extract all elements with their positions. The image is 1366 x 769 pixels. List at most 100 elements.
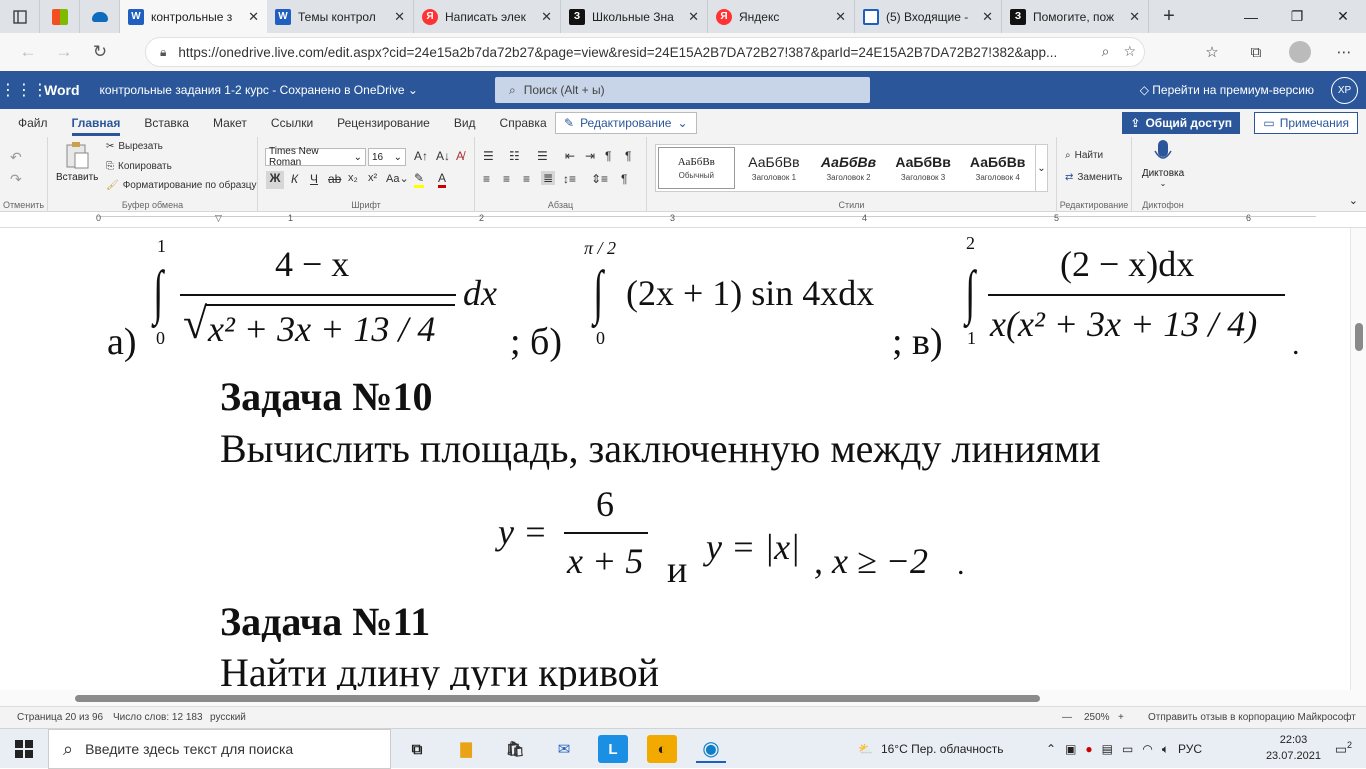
app-name[interactable]: Word xyxy=(44,82,80,98)
favorites-icon[interactable]: ☆ xyxy=(1190,43,1234,61)
pinned-tab-onedrive[interactable] xyxy=(80,0,120,33)
align-left-icon[interactable]: ≡ xyxy=(483,172,490,186)
justify-icon[interactable]: ≣ xyxy=(541,171,556,185)
vertical-scrollbar[interactable] xyxy=(1350,228,1366,690)
zoom-level[interactable]: 250% xyxy=(1084,712,1110,723)
close-tab-icon[interactable]: ✕ xyxy=(982,9,993,25)
style-heading-3[interactable]: АаБбВв Заголовок 3 xyxy=(886,145,961,191)
indent-marker[interactable]: ▽ xyxy=(215,213,222,224)
notification-center[interactable]: ▭2 xyxy=(1335,740,1352,757)
italic-button[interactable]: К xyxy=(291,172,298,186)
tab-home[interactable]: Главная xyxy=(71,116,120,136)
zoom-icon[interactable]: ⌕ xyxy=(1102,43,1110,60)
find-button[interactable]: ⌕ Найти xyxy=(1065,150,1103,161)
new-tab-button[interactable]: + xyxy=(1149,0,1189,33)
tab-layout[interactable]: Макет xyxy=(213,116,247,130)
clear-format-icon[interactable]: A̸ xyxy=(456,149,464,163)
tab-insert[interactable]: Вставка xyxy=(144,116,189,130)
bullets-icon[interactable]: ☰ xyxy=(483,149,494,163)
forward-button[interactable]: → xyxy=(46,37,82,67)
increase-indent-icon[interactable]: ⇥ xyxy=(585,149,595,163)
scroll-thumb[interactable] xyxy=(75,695,1040,702)
replace-button[interactable]: ⇄ Заменить xyxy=(1065,172,1122,183)
browser-tab[interactable]: W контрольные з ✕ xyxy=(120,0,267,33)
scroll-thumb[interactable] xyxy=(1355,323,1363,351)
tab-actions-button[interactable] xyxy=(0,0,40,33)
start-button[interactable] xyxy=(0,729,48,769)
close-tab-icon[interactable]: ✕ xyxy=(394,9,405,25)
tray-app-icon[interactable]: ▣ xyxy=(1065,742,1076,756)
app-launcher-icon[interactable]: ⋮⋮⋮ xyxy=(0,80,48,100)
feedback-link[interactable]: Отправить отзыв в корпорацию Майкрософт xyxy=(1148,712,1356,723)
style-heading-4[interactable]: АаБбВв Заголовок 4 xyxy=(960,145,1035,191)
file-explorer-icon[interactable]: ▇ xyxy=(451,735,481,763)
shrink-font-icon[interactable]: A↓ xyxy=(436,149,450,163)
font-size-select[interactable]: 16 ⌄ xyxy=(368,148,406,166)
close-tab-icon[interactable]: ✕ xyxy=(1129,9,1140,25)
document-title[interactable]: контрольные задания 1-2 курс - Сохранено… xyxy=(100,83,418,97)
add-favorite-icon[interactable]: ☆ xyxy=(1123,43,1136,60)
document-canvas[interactable]: а) ∫ 1 0 4 − x √ x² + 3x + 13 / 4 dx ; б… xyxy=(0,228,1350,690)
clock[interactable]: 22:03 23.07.2021 xyxy=(1266,732,1321,764)
browser-tab[interactable]: З Помогите, пож ✕ xyxy=(1002,0,1149,33)
close-tab-icon[interactable]: ✕ xyxy=(541,9,552,25)
tab-help[interactable]: Справка xyxy=(500,116,547,130)
multilevel-list-icon[interactable]: ☰ xyxy=(537,149,548,163)
collapse-ribbon-icon[interactable]: ⌄ xyxy=(1349,194,1358,207)
chevron-up-icon[interactable]: ⌃ xyxy=(1046,742,1056,756)
share-button[interactable]: ⇪ Общий доступ xyxy=(1122,112,1240,134)
format-painter-button[interactable]: 🖌︎ Форматирование по образцу xyxy=(106,180,257,191)
store-icon[interactable]: 🛍︎ xyxy=(500,735,530,763)
collections-icon[interactable]: ⧉ xyxy=(1234,44,1278,61)
underline-button[interactable]: Ч xyxy=(310,172,318,186)
cut-button[interactable]: ✂ Вырезать xyxy=(106,141,163,152)
antivirus-icon[interactable]: ● xyxy=(1085,742,1092,756)
close-tab-icon[interactable]: ✕ xyxy=(688,9,699,25)
close-tab-icon[interactable]: ✕ xyxy=(835,9,846,25)
tab-file[interactable]: Файл xyxy=(18,116,48,130)
more-menu-icon[interactable]: ⋯ xyxy=(1322,43,1366,61)
align-right-icon[interactable]: ≡ xyxy=(523,172,530,186)
numbering-icon[interactable]: ☷ xyxy=(509,149,520,163)
l-app-icon[interactable]: L xyxy=(598,735,628,763)
tab-review[interactable]: Рецензирование xyxy=(337,116,430,130)
strikethrough-icon[interactable]: ab xyxy=(328,172,341,186)
copy-button[interactable]: ⎘ Копировать xyxy=(106,161,172,172)
language[interactable]: русский xyxy=(210,712,246,723)
line-spacing-icon[interactable]: ↕≡ xyxy=(563,172,576,186)
browser-tab[interactable]: (5) Входящие - ✕ xyxy=(855,0,1002,33)
change-case-icon[interactable]: Aa⌄ xyxy=(386,172,409,185)
browser-tab[interactable]: Я Яндекс ✕ xyxy=(708,0,855,33)
word-count[interactable]: Число слов: 12 183 xyxy=(113,712,203,723)
premium-link[interactable]: ◇ Перейти на премиум-версию xyxy=(1140,83,1314,97)
mail-app-icon[interactable]: ✉ xyxy=(549,735,579,763)
media-app-icon[interactable]: ◐ xyxy=(647,735,677,763)
weather-widget[interactable]: ⛅ 16°C Пер. облачность xyxy=(858,729,1003,769)
input-language[interactable]: РУС xyxy=(1178,742,1202,756)
style-heading-2[interactable]: АаБбВв Заголовок 2 xyxy=(811,145,886,191)
highlight-icon[interactable]: ✎ xyxy=(414,171,425,188)
close-window-button[interactable]: ✕ xyxy=(1320,0,1366,33)
tab-view[interactable]: Вид xyxy=(454,116,476,130)
horizontal-scrollbar[interactable] xyxy=(0,690,1366,706)
maximize-button[interactable]: ❐ xyxy=(1274,0,1320,33)
rtl-icon[interactable]: ¶ xyxy=(625,149,631,163)
zoom-out-button[interactable]: — xyxy=(1062,712,1072,723)
show-marks-icon[interactable]: ¶ xyxy=(621,172,627,186)
url-field[interactable]: 🔒︎ https://onedrive.live.com/edit.aspx?c… xyxy=(145,37,1145,67)
font-name-select[interactable]: Times New Roman ⌄ xyxy=(265,146,366,168)
wifi-icon[interactable]: ◠ xyxy=(1142,742,1152,756)
browser-tab[interactable]: W Темы контрол ✕ xyxy=(267,0,414,33)
grow-font-icon[interactable]: A↑ xyxy=(414,149,428,163)
dictate-button[interactable]: Диктовка ⌄ xyxy=(1136,139,1190,188)
font-color-icon[interactable]: A xyxy=(438,171,447,188)
editing-mode-dropdown[interactable]: ✎ Редактирование ⌄ xyxy=(555,112,697,134)
volume-icon[interactable]: 🔈︎ xyxy=(1162,742,1169,757)
back-button[interactable]: ← xyxy=(10,37,46,67)
redo-icon[interactable]: ↷ xyxy=(10,171,22,188)
edge-icon[interactable]: ◉ xyxy=(696,735,726,763)
minimize-button[interactable]: — xyxy=(1228,0,1274,33)
subscript-icon[interactable]: x₂ xyxy=(348,172,358,184)
zoom-in-button[interactable]: + xyxy=(1118,712,1124,723)
paste-button[interactable]: Вставить xyxy=(56,141,98,183)
